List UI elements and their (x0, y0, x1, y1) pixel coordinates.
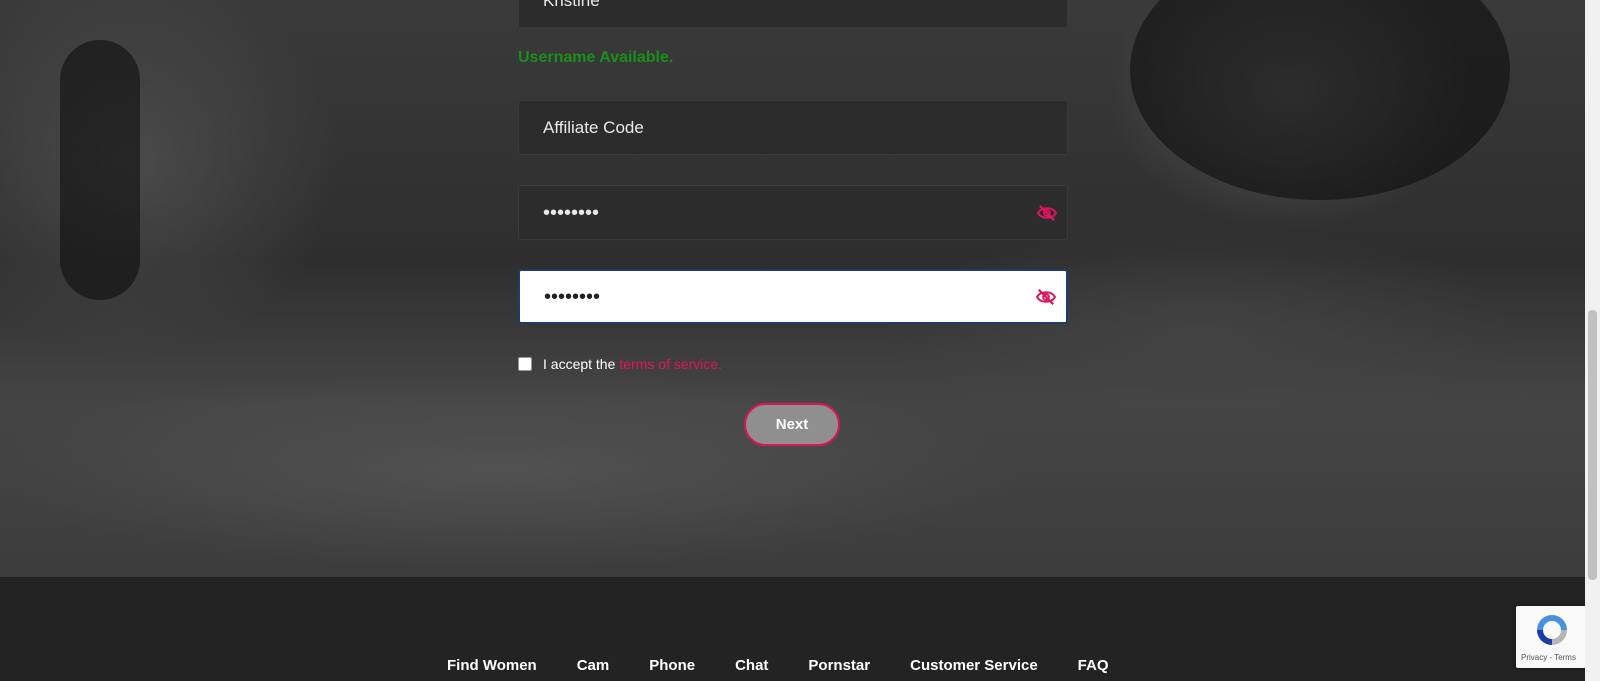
affiliate-code-input[interactable]: Affiliate Code (518, 100, 1068, 155)
eye-slash-icon[interactable] (1036, 204, 1058, 222)
hero-shadow (1130, 0, 1510, 200)
recaptcha-privacy-terms[interactable]: Privacy - Terms (1521, 653, 1576, 662)
affiliate-code-placeholder: Affiliate Code (543, 117, 644, 137)
footer-link-find-women[interactable]: Find Women (447, 657, 537, 674)
next-button[interactable]: Next (744, 403, 840, 446)
footer-nav: Find Women Cam Phone Chat Pornstar Custo… (447, 657, 1109, 674)
footer-link-phone[interactable]: Phone (649, 657, 695, 674)
hero-background: Kristine Username Available. Affiliate C… (0, 0, 1585, 577)
scrollbar-thumb[interactable] (1588, 310, 1597, 580)
scrollbar[interactable] (1585, 0, 1600, 681)
footer: Find Women Cam Phone Chat Pornstar Custo… (0, 577, 1585, 681)
hero-shadow (60, 40, 140, 300)
recaptcha-icon (1537, 615, 1567, 645)
confirm-password-mask: •••••••• (544, 285, 601, 308)
recaptcha-badge[interactable]: Privacy - Terms (1516, 606, 1586, 668)
terms-checkbox[interactable] (518, 357, 532, 371)
footer-link-chat[interactable]: Chat (735, 657, 768, 674)
terms-prefix: I accept the (543, 356, 616, 372)
footer-link-customer-service[interactable]: Customer Service (910, 657, 1038, 674)
footer-link-cam[interactable]: Cam (577, 657, 610, 674)
eye-slash-icon[interactable] (1035, 288, 1057, 306)
username-field[interactable]: Kristine (518, 0, 1068, 28)
password-mask: •••••••• (543, 201, 600, 224)
footer-link-pornstar[interactable]: Pornstar (808, 657, 870, 674)
confirm-password-input[interactable]: •••••••• (518, 269, 1068, 324)
terms-of-service-link[interactable]: terms of service. (619, 356, 722, 372)
password-input[interactable]: •••••••• (518, 185, 1068, 240)
username-value: Kristine (543, 0, 600, 10)
username-status: Username Available. (518, 49, 674, 66)
terms-row: I accept the terms of service. (518, 356, 722, 372)
footer-link-faq[interactable]: FAQ (1078, 657, 1109, 674)
